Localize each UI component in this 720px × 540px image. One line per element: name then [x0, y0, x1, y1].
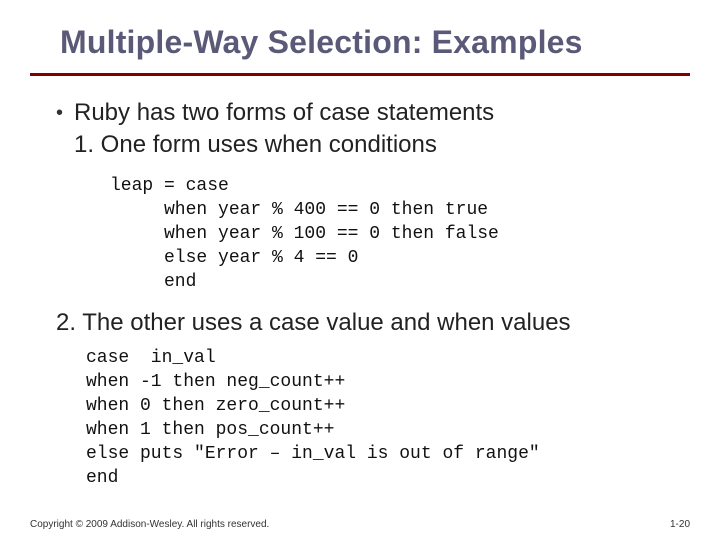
bullet-icon: •: [56, 98, 74, 128]
copyright-text: Copyright © 2009 Addison-Wesley. All rig…: [30, 519, 269, 530]
slide-title: Multiple-Way Selection: Examples: [0, 0, 720, 69]
bullet-text: Ruby has two forms of case statements: [74, 98, 494, 128]
page-number: 1-20: [670, 519, 690, 530]
subpoint-1: 1. One form uses when conditions: [74, 130, 680, 160]
bullet-row: • Ruby has two forms of case statements: [56, 98, 680, 128]
footer: Copyright © 2009 Addison-Wesley. All rig…: [30, 519, 690, 530]
slide: Multiple-Way Selection: Examples • Ruby …: [0, 0, 720, 540]
code-block-1: leap = case when year % 400 == 0 then tr…: [110, 174, 680, 294]
subpoint-2: 2. The other uses a case value and when …: [56, 308, 680, 338]
code-block-2: case in_val when -1 then neg_count++ whe…: [86, 346, 680, 490]
slide-body: • Ruby has two forms of case statements …: [0, 76, 720, 490]
